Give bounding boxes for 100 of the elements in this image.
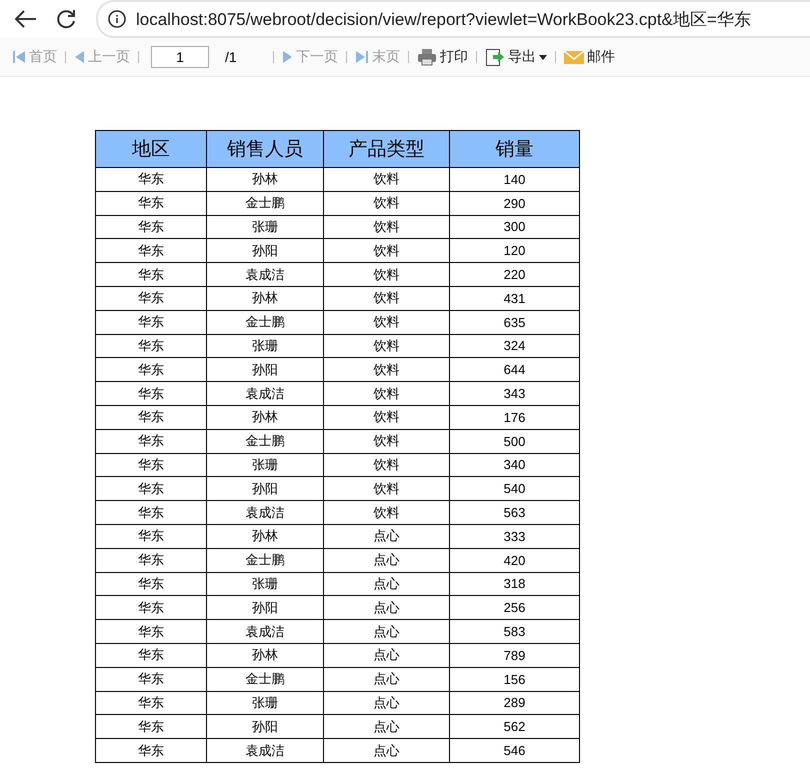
table-cell: 583 xyxy=(450,620,580,644)
table-cell: 点心 xyxy=(324,667,450,692)
table-cell: 袁成洁 xyxy=(206,738,324,762)
table-cell: 点心 xyxy=(324,548,450,572)
table-cell: 华东 xyxy=(96,548,206,572)
table-cell: 华东 xyxy=(96,168,206,192)
table-cell: 张珊 xyxy=(206,572,324,596)
table-cell: 点心 xyxy=(324,572,450,596)
export-icon xyxy=(485,47,505,67)
table-cell: 张珊 xyxy=(206,215,324,239)
table-cell: 324 xyxy=(450,334,580,358)
address-bar[interactable]: localhost:8075/webroot/decision/view/report?viewlet=WorkBook23.cpt&地区=华东 xyxy=(96,0,810,38)
page-total: /1 xyxy=(224,49,238,65)
table-cell: 金士鹏 xyxy=(206,548,324,572)
table-cell: 120 xyxy=(450,238,580,263)
print-button[interactable]: 打印 xyxy=(413,48,472,66)
table-cell: 华东 xyxy=(96,453,206,477)
table-cell: 644 xyxy=(450,358,580,382)
table-cell: 饮料 xyxy=(324,476,450,501)
table-cell: 点心 xyxy=(324,620,450,644)
table-cell: 孙林 xyxy=(206,286,324,310)
export-button[interactable]: 导出 xyxy=(481,47,551,67)
table-cell: 孙阳 xyxy=(206,238,324,263)
table-cell: 饮料 xyxy=(324,238,450,263)
table-cell: 176 xyxy=(450,405,580,430)
reload-icon xyxy=(55,8,77,30)
table-cell: 饮料 xyxy=(324,405,450,430)
table-cell: 孙林 xyxy=(206,168,324,192)
table-cell: 华东 xyxy=(96,500,206,524)
table-cell: 289 xyxy=(450,691,580,715)
table-cell: 点心 xyxy=(324,691,450,715)
table-cell: 饮料 xyxy=(324,358,450,382)
table-cell: 300 xyxy=(450,215,580,239)
table-cell: 540 xyxy=(450,476,580,501)
table-cell: 华东 xyxy=(96,286,206,310)
table-cell: 140 xyxy=(450,168,580,192)
table-cell: 431 xyxy=(450,286,580,310)
table-cell: 孙阳 xyxy=(206,714,324,739)
table-cell: 562 xyxy=(450,714,580,739)
url-text: localhost:8075/webroot/decision/view/report?viewlet=WorkBook23.cpt&地区=华东 xyxy=(136,8,751,30)
mail-button[interactable]: 邮件 xyxy=(560,48,619,66)
table-cell: 金士鹏 xyxy=(206,310,324,334)
table-cell: 华东 xyxy=(96,691,206,715)
table-cell: 789 xyxy=(450,643,580,668)
table-cell: 256 xyxy=(450,596,580,620)
table-cell: 饮料 xyxy=(324,500,450,524)
table-cell: 饮料 xyxy=(324,191,450,216)
table-cell: 290 xyxy=(450,191,580,216)
table-cell: 袁成洁 xyxy=(206,500,324,524)
table-cell: 华东 xyxy=(96,382,206,406)
info-icon xyxy=(108,10,126,28)
table-cell: 华东 xyxy=(96,714,206,739)
envelope-icon xyxy=(564,49,584,65)
table-cell: 孙林 xyxy=(206,405,324,430)
table-cell: 饮料 xyxy=(324,168,450,192)
table-cell: 华东 xyxy=(96,572,206,596)
table-cell: 金士鹏 xyxy=(206,429,324,454)
table-cell: 孙林 xyxy=(206,524,324,548)
first-page-icon xyxy=(12,50,26,64)
table-cell: 华东 xyxy=(96,476,206,501)
table-cell: 点心 xyxy=(324,738,450,762)
table-cell: 饮料 xyxy=(324,215,450,239)
page-number-field[interactable]: 1 xyxy=(151,46,209,68)
table-cell: 华东 xyxy=(96,738,206,762)
column-header: 销售人员 xyxy=(206,130,324,168)
caret-icon xyxy=(539,54,547,60)
table-cell: 华东 xyxy=(96,262,206,286)
table-cell: 220 xyxy=(450,262,580,286)
table-cell: 华东 xyxy=(96,596,206,620)
table-cell: 点心 xyxy=(324,643,450,668)
table-cell: 饮料 xyxy=(324,453,450,477)
table-cell: 635 xyxy=(450,310,580,334)
table-cell: 420 xyxy=(450,548,580,572)
table-cell: 333 xyxy=(450,524,580,548)
column-header: 销量 xyxy=(450,130,580,168)
last-page-icon xyxy=(355,50,369,64)
table-cell: 袁成洁 xyxy=(206,620,324,644)
table-cell: 孙阳 xyxy=(206,596,324,620)
table-cell: 500 xyxy=(450,429,580,454)
printer-icon xyxy=(417,48,437,66)
table-cell: 318 xyxy=(450,572,580,596)
next-page-icon xyxy=(282,50,293,64)
table-cell: 华东 xyxy=(96,429,206,454)
table-cell: 饮料 xyxy=(324,334,450,358)
table-cell: 饮料 xyxy=(324,382,450,406)
table-cell: 华东 xyxy=(96,238,206,263)
table-cell: 饮料 xyxy=(324,429,450,454)
table-cell: 饮料 xyxy=(324,310,450,334)
table-cell: 华东 xyxy=(96,524,206,548)
table-cell: 金士鹏 xyxy=(206,667,324,692)
table-cell: 563 xyxy=(450,500,580,524)
table-cell: 孙阳 xyxy=(206,476,324,501)
table-cell: 156 xyxy=(450,667,580,692)
table-cell: 袁成洁 xyxy=(206,382,324,406)
table-cell: 华东 xyxy=(96,358,206,382)
table-cell: 华东 xyxy=(96,620,206,644)
table-cell: 华东 xyxy=(96,215,206,239)
table-cell: 孙阳 xyxy=(206,358,324,382)
table-cell: 华东 xyxy=(96,643,206,668)
column-header: 地区 xyxy=(96,130,206,168)
